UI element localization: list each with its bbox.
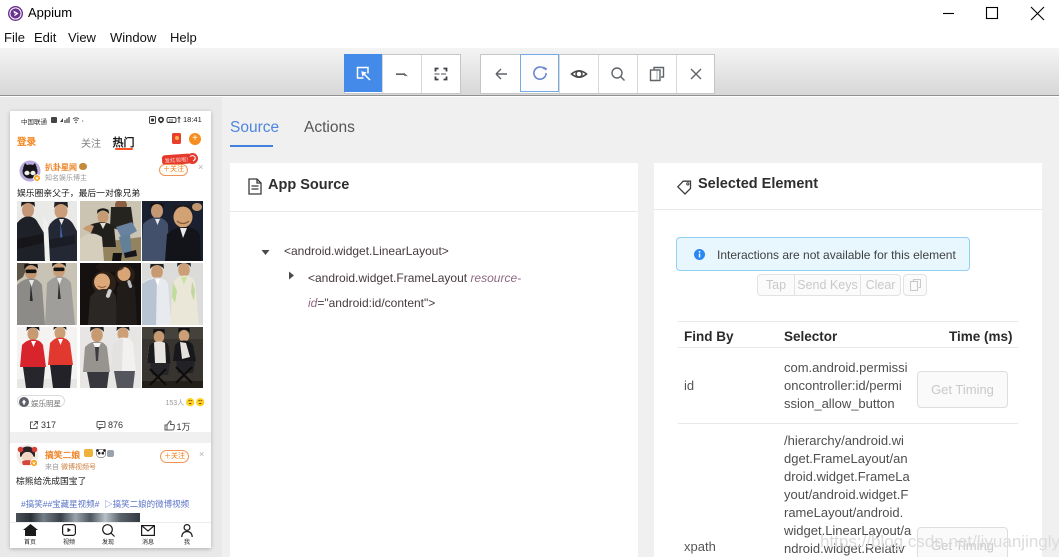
svg-text:20: 20: [169, 118, 174, 123]
svg-text:¹: ¹: [82, 119, 84, 124]
